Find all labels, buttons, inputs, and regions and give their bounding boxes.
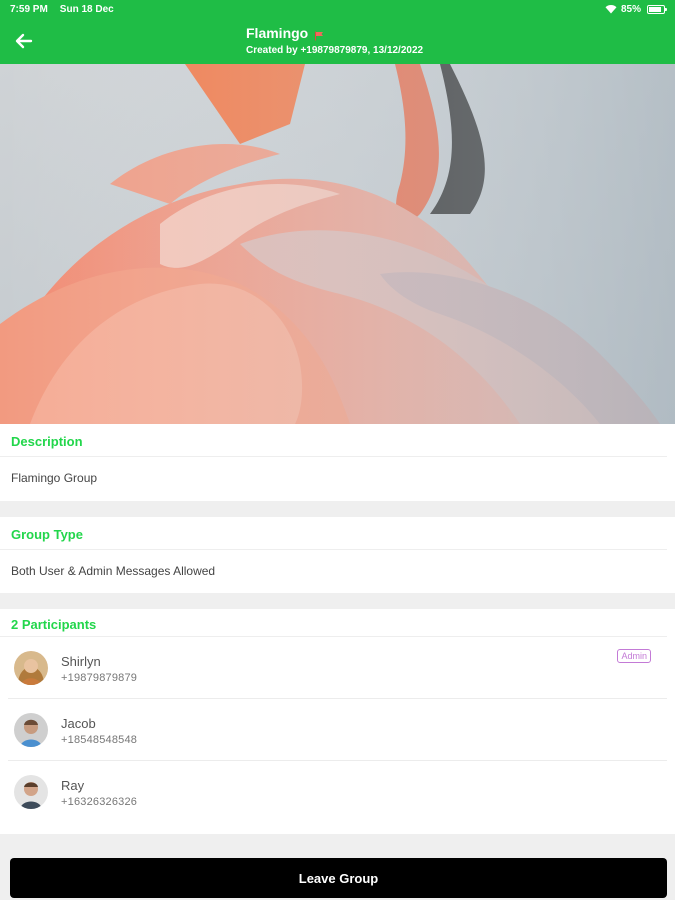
wifi-icon bbox=[605, 4, 617, 14]
app-bar: Flamingo Created by +19879879879, 13/12/… bbox=[0, 18, 675, 64]
participant-phone: +18548548548 bbox=[61, 734, 138, 746]
group-type-card: Group Type Both User & Admin Messages Al… bbox=[0, 517, 675, 593]
description-text: Flamingo Group bbox=[11, 471, 98, 485]
page-subtitle: Created by +19879879879, 13/12/2022 bbox=[246, 45, 424, 56]
avatar bbox=[14, 713, 48, 747]
list-item[interactable]: Ray +16326326326 bbox=[8, 761, 667, 823]
description-card: Description Flamingo Group bbox=[0, 424, 675, 501]
description-heading: Description bbox=[0, 424, 667, 457]
participant-name: Ray bbox=[61, 778, 85, 793]
status-date: Sun 18 Dec bbox=[59, 3, 114, 15]
avatar bbox=[14, 651, 48, 685]
battery-icon bbox=[647, 4, 667, 14]
participants-heading: 2 Participants bbox=[0, 609, 667, 637]
battery-percent: 85% bbox=[620, 3, 641, 15]
participant-phone: +19879879879 bbox=[61, 672, 138, 684]
list-item[interactable]: Jacob +18548548548 bbox=[8, 699, 667, 761]
avatar bbox=[14, 775, 48, 809]
header-title-block: Flamingo Created by +19879879879, 13/12/… bbox=[246, 25, 423, 56]
battery-fill bbox=[649, 6, 661, 12]
participants-card: 2 Participants Shirlyn +19879879879 Admi… bbox=[0, 609, 675, 834]
status-time: 7:59 PM bbox=[10, 3, 48, 15]
page-title: Flamingo bbox=[246, 25, 309, 41]
admin-badge: Admin bbox=[617, 649, 651, 663]
status-right: 85% bbox=[605, 3, 667, 15]
group-type-text: Both User & Admin Messages Allowed bbox=[11, 564, 216, 578]
status-bar: 7:59 PM Sun 18 Dec 85% bbox=[0, 0, 675, 18]
arrow-left-icon[interactable] bbox=[14, 31, 34, 51]
participant-phone: +16326326326 bbox=[61, 796, 138, 808]
participant-name: Jacob bbox=[61, 716, 96, 731]
flag-icon bbox=[314, 28, 324, 41]
leave-group-button[interactable]: Leave Group bbox=[10, 858, 667, 898]
participant-name: Shirlyn bbox=[61, 654, 101, 669]
group-type-heading: Group Type bbox=[0, 517, 667, 550]
list-item[interactable]: Shirlyn +19879879879 Admin bbox=[8, 637, 667, 699]
group-cover-image bbox=[0, 64, 675, 424]
